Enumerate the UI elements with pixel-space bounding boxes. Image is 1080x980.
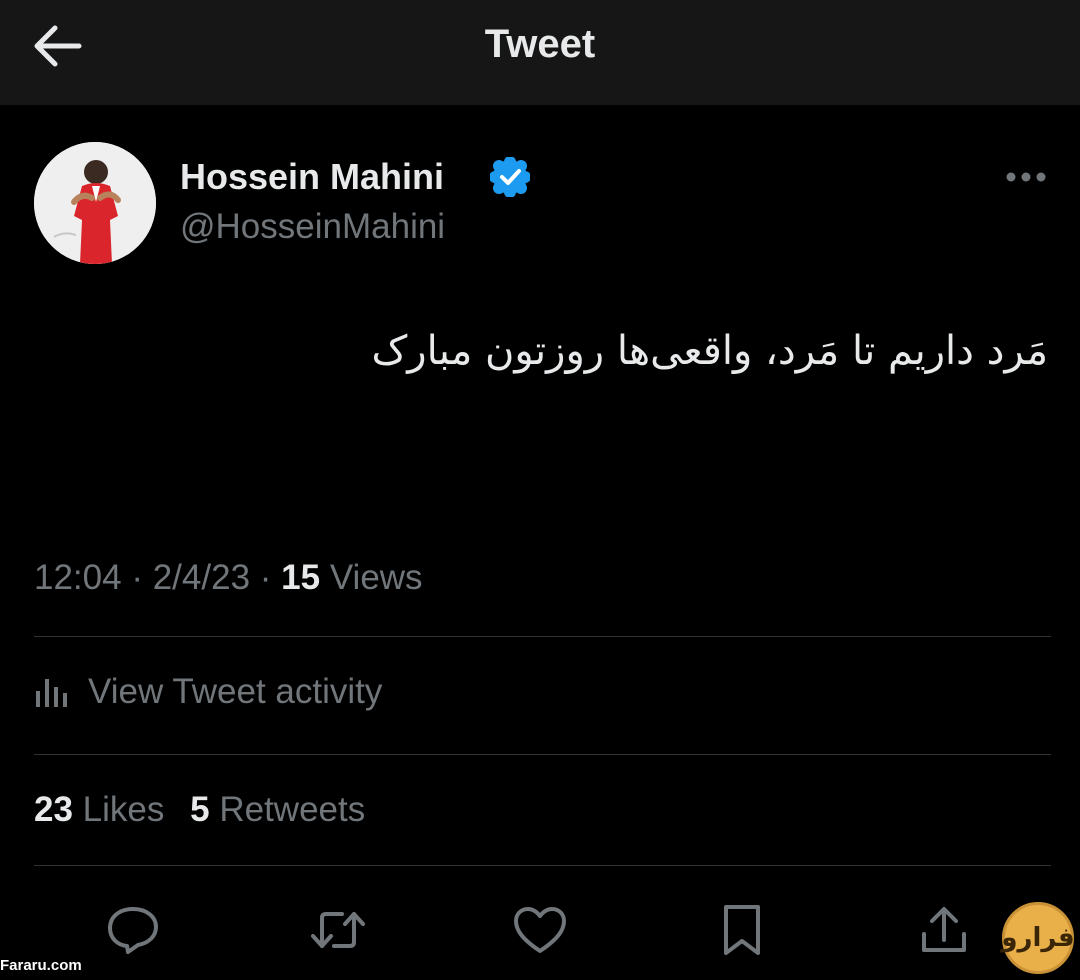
like-button[interactable] — [510, 900, 570, 960]
engagement-stats: 23 Likes 5 Retweets — [34, 790, 365, 830]
likes-label: Likes — [82, 790, 165, 829]
views-label: Views — [329, 558, 423, 597]
avatar[interactable] — [34, 142, 156, 264]
view-tweet-activity-link[interactable]: View Tweet activity — [34, 672, 382, 712]
retweet-icon — [311, 912, 365, 948]
retweet-button[interactable] — [308, 900, 368, 960]
watermark-logo: فرارو — [1001, 902, 1075, 974]
retweets-stat[interactable]: 5 Retweets — [190, 790, 365, 829]
divider — [34, 754, 1051, 755]
profile-photo — [34, 142, 156, 264]
divider — [34, 865, 1051, 866]
tweet-date[interactable]: 2/4/23 — [153, 558, 250, 597]
user-handle[interactable]: @HosseinMahini — [180, 207, 445, 247]
share-icon — [922, 907, 966, 952]
tweet-metadata: 12:04 · 2/4/23 · 15 Views — [34, 558, 423, 598]
more-horizontal-icon — [1006, 172, 1046, 182]
watermark-site: Fararu.com — [0, 957, 82, 974]
share-button[interactable] — [914, 900, 974, 960]
retweets-count: 5 — [190, 790, 210, 829]
bookmark-icon — [724, 905, 760, 955]
verified-badge-icon — [490, 157, 530, 197]
reply-icon — [108, 907, 158, 954]
tweet-time: 12:04 — [34, 558, 122, 597]
like-icon — [514, 907, 566, 953]
meta-separator: · — [259, 558, 272, 597]
divider — [34, 636, 1051, 637]
meta-separator: · — [131, 558, 143, 597]
retweets-label: Retweets — [219, 790, 366, 829]
bookmark-button[interactable] — [712, 900, 772, 960]
bar-chart-icon — [36, 679, 67, 707]
reply-button[interactable] — [103, 900, 163, 960]
watermark-logo-text: فرارو — [1001, 923, 1075, 953]
likes-stat[interactable]: 23 Likes — [34, 790, 164, 829]
display-name[interactable]: Hossein Mahini — [180, 156, 444, 198]
top-bar: Tweet — [0, 0, 1080, 105]
views-count: 15 — [281, 558, 321, 597]
tweet-text: مَرد داریم تا مَرد، واقعی‌ها روزتون مبار… — [371, 328, 1048, 374]
activity-label: View Tweet activity — [88, 672, 383, 711]
page-title: Tweet — [484, 22, 596, 66]
likes-count: 23 — [34, 790, 73, 829]
more-options-button[interactable] — [1000, 160, 1052, 194]
